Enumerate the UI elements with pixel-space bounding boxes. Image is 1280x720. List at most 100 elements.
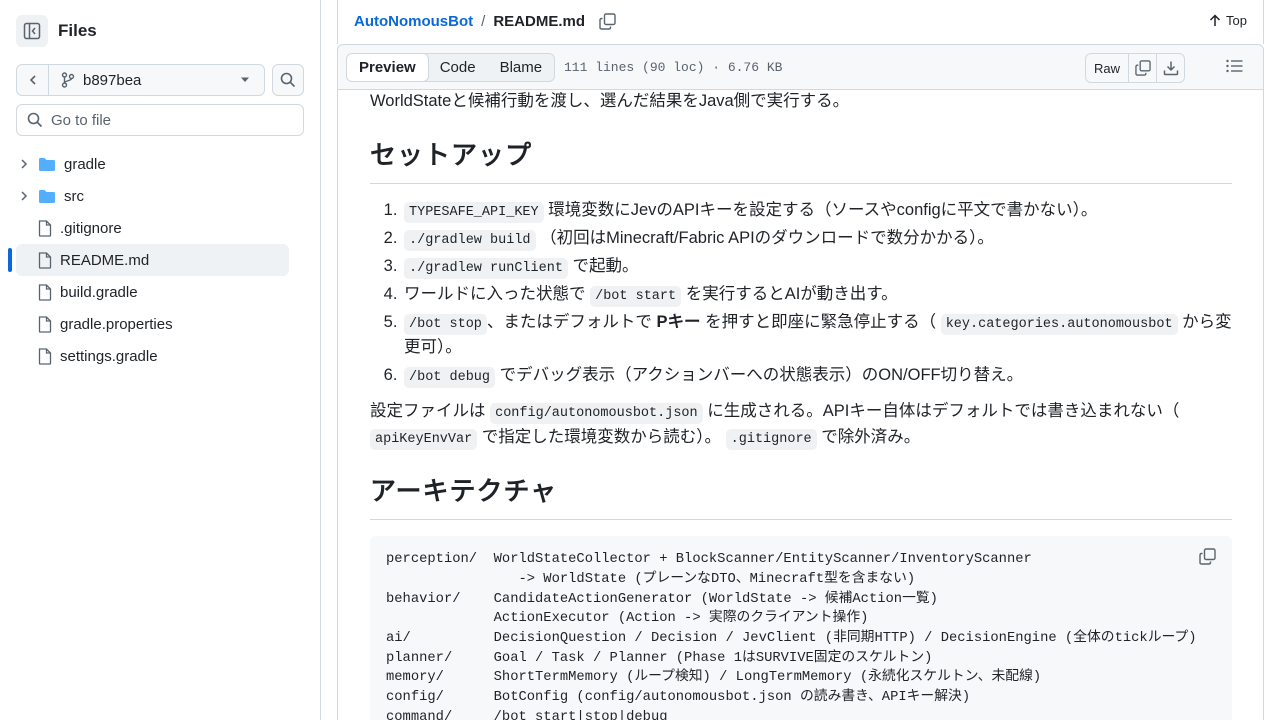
tree-item-gradle[interactable]: gradle xyxy=(16,148,289,180)
sidebar-title: Files xyxy=(58,21,97,40)
config-paragraph: 設定ファイルは config/autonomousbot.json に生成される… xyxy=(370,399,1232,451)
inline-code: TYPESAFE_API_KEY xyxy=(404,201,544,223)
code-block-text: perception/ WorldStateCollector + BlockS… xyxy=(386,552,1197,720)
file-meta: 111 lines (90 loc) · 6.76 KB xyxy=(564,60,783,75)
para-text: に生成される。APIキー自体はデフォルトでは書き込まれない（ xyxy=(702,401,1180,420)
step-text: を押すと即座に緊急停止する（ xyxy=(700,312,941,331)
para-text: 設定ファイルは xyxy=(370,401,491,420)
tree-item-gitignore[interactable]: .gitignore xyxy=(16,212,289,244)
step-text: 環境変数にJevのAPIキーを設定する（ソースやconfigに平文で書かない）。 xyxy=(543,200,1098,219)
file-tree-sidebar: Files b897bea gradle src xyxy=(0,0,321,720)
tab-preview[interactable]: Preview xyxy=(347,54,429,81)
file-icon xyxy=(38,347,52,365)
step-text: ワールドに入った状態で xyxy=(404,284,591,303)
branch-group: b897bea xyxy=(16,64,265,96)
tree-item-gradle-properties[interactable]: gradle.properties xyxy=(16,308,289,340)
markdown-body: WorldStateと候補行動を渡し、選んだ結果をJava側で実行する。 セット… xyxy=(370,90,1232,720)
tree-item-label: gradle.properties xyxy=(60,315,173,333)
readme-content: WorldStateと候補行動を渡し、選んだ結果をJava側で実行する。 セット… xyxy=(337,90,1264,720)
outline-button[interactable] xyxy=(1226,59,1243,73)
tree-item-src[interactable]: src xyxy=(16,180,289,212)
file-icon xyxy=(38,283,52,301)
tree-item-build-gradle[interactable]: build.gradle xyxy=(16,276,289,308)
file-actions: Raw xyxy=(1085,53,1185,83)
setup-step: ワールドに入った状態で /bot start を実行するとAIが動き出す。 xyxy=(402,282,1232,308)
branch-name: b897bea xyxy=(83,71,142,89)
search-icon xyxy=(27,112,43,128)
branch-row: b897bea xyxy=(16,64,304,96)
arrow-up-icon xyxy=(1210,14,1221,26)
file-header: Preview Code Blame 111 lines (90 loc) · … xyxy=(337,44,1264,90)
sidebar-header: Files xyxy=(16,15,97,47)
heading-setup: セットアップ xyxy=(370,135,1232,184)
file-icon xyxy=(38,315,52,333)
step-text: で起動。 xyxy=(567,256,639,275)
go-to-file-field[interactable] xyxy=(16,104,304,136)
back-button[interactable] xyxy=(17,65,49,95)
inline-code: ./gradlew build xyxy=(404,229,536,251)
chevron-left-icon xyxy=(29,75,36,85)
download-icon xyxy=(1163,61,1178,76)
sidebar-collapse-icon xyxy=(23,22,41,40)
setup-step: ./gradlew build （初回はMinecraft/Fabric API… xyxy=(402,226,1232,252)
step-text: （初回はMinecraft/Fabric APIのダウンロードで数分かかる）。 xyxy=(535,228,994,247)
tab-blame[interactable]: Blame xyxy=(488,54,555,81)
copy-icon xyxy=(1134,60,1151,76)
search-icon xyxy=(280,72,296,88)
file-tree: gradle src .gitignore README.md build.gr… xyxy=(8,148,306,372)
inline-code: /bot debug xyxy=(404,367,496,389)
inline-code: apiKeyEnvVar xyxy=(370,428,478,450)
copy-icon xyxy=(599,13,616,30)
main-panel: AutoNomousBot / README.md Top Preview Co… xyxy=(321,0,1280,720)
file-icon xyxy=(38,219,52,237)
setup-step: TYPESAFE_API_KEY 環境変数にJevのAPIキーを設定する（ソース… xyxy=(402,198,1232,224)
breadcrumb: AutoNomousBot / README.md xyxy=(354,13,616,30)
breadcrumb-separator: / xyxy=(481,13,486,30)
search-button[interactable] xyxy=(272,64,304,96)
tree-item-label: .gitignore xyxy=(60,219,122,237)
setup-step: ./gradlew runClient で起動。 xyxy=(402,254,1232,280)
tree-item-readme[interactable]: README.md xyxy=(8,244,289,276)
folder-icon xyxy=(38,157,56,172)
copy-raw-button[interactable] xyxy=(1128,54,1156,82)
tree-item-label: settings.gradle xyxy=(60,347,158,365)
raw-button[interactable]: Raw xyxy=(1086,54,1128,82)
copy-code-button[interactable] xyxy=(1199,548,1216,573)
collapse-sidebar-button[interactable] xyxy=(16,15,48,47)
copy-path-button[interactable] xyxy=(599,13,616,30)
inline-code: .gitignore xyxy=(725,428,817,450)
copy-icon xyxy=(1199,548,1216,565)
folder-icon xyxy=(38,189,56,204)
tree-item-label: build.gradle xyxy=(60,283,138,301)
git-branch-icon xyxy=(61,72,75,88)
go-to-file-input[interactable] xyxy=(51,111,291,129)
inline-code: config/autonomousbot.json xyxy=(490,402,703,424)
intro-paragraph: WorldStateと候補行動を渡し、選んだ結果をJava側で実行する。 xyxy=(370,92,850,110)
branch-selector[interactable]: b897bea xyxy=(49,65,264,95)
inline-code: ./gradlew runClient xyxy=(404,257,568,279)
chevron-right-icon[interactable] xyxy=(16,158,32,170)
tree-item-label: src xyxy=(64,187,84,205)
key-name: Pキー xyxy=(656,312,701,331)
breadcrumb-bar: AutoNomousBot / README.md Top xyxy=(337,0,1264,44)
tree-item-label: README.md xyxy=(60,251,150,269)
repo-link[interactable]: AutoNomousBot xyxy=(354,13,473,30)
step-text: 、またはデフォルトで xyxy=(486,312,657,331)
chevron-right-icon[interactable] xyxy=(16,190,32,202)
setup-step: /bot debug でデバッグ表示（アクションバーへの状態表示）のON/OFF… xyxy=(402,363,1232,389)
download-button[interactable] xyxy=(1156,54,1184,82)
step-text: でデバッグ表示（アクションバーへの状態表示）のON/OFF切り替え。 xyxy=(495,366,1024,385)
view-mode-tabs: Preview Code Blame xyxy=(346,53,556,82)
inline-code: /bot stop xyxy=(404,313,487,335)
file-icon xyxy=(38,251,52,269)
setup-step: /bot stop、またはデフォルトで Pキー を押すと即座に緊急停止する（ k… xyxy=(402,310,1232,361)
step-text: を実行するとAIが動き出す。 xyxy=(681,284,898,303)
list-outline-icon xyxy=(1226,59,1243,73)
tab-code[interactable]: Code xyxy=(428,54,488,81)
tree-item-settings-gradle[interactable]: settings.gradle xyxy=(16,340,289,372)
top-link[interactable]: Top xyxy=(1209,13,1247,28)
caret-down-icon xyxy=(241,77,249,82)
current-file-name: README.md xyxy=(493,13,585,30)
heading-architecture: アーキテクチャ xyxy=(370,471,1232,521)
para-text: で指定した環境変数から読む）。 xyxy=(477,427,726,446)
